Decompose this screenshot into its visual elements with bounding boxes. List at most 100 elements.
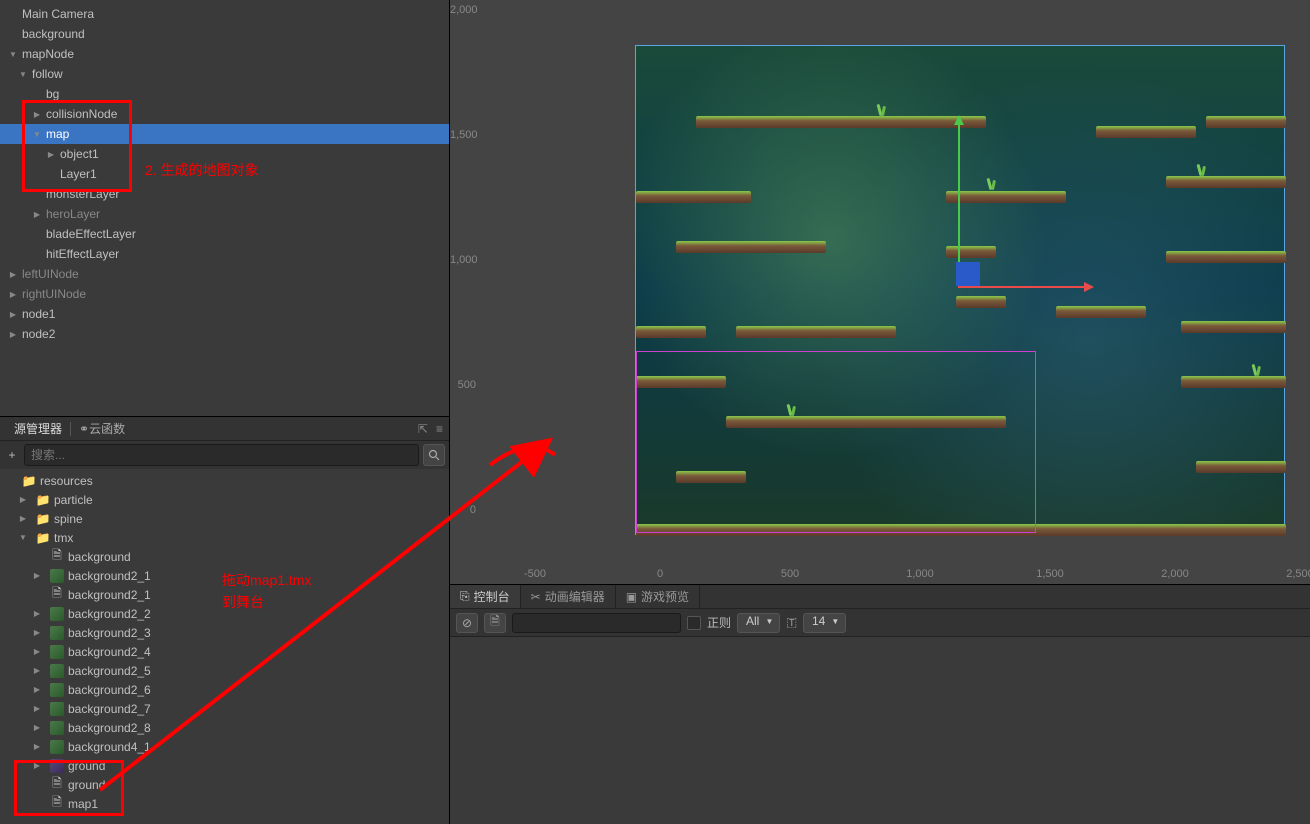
asset-label: background2_2 xyxy=(68,607,151,621)
hierarchy-node-rightuinode[interactable]: rightUINode xyxy=(0,284,449,304)
folder-icon: 📁 xyxy=(22,474,36,488)
console-icon: ⎘ xyxy=(460,589,470,604)
asset-item-background2_8[interactable]: background2_8 xyxy=(0,718,449,737)
asset-item-background2_3[interactable]: background2_3 xyxy=(0,623,449,642)
menu-icon[interactable]: ≡ xyxy=(436,422,443,436)
assets-tab-manager[interactable]: 源管理器 xyxy=(6,417,70,440)
tree-arrow-icon[interactable] xyxy=(18,495,28,505)
tree-arrow-icon[interactable] xyxy=(18,533,28,543)
asset-item-ground[interactable]: 🗎ground xyxy=(0,775,449,794)
hierarchy-node-leftuinode[interactable]: leftUINode xyxy=(0,264,449,284)
tab-animation[interactable]: ✂ 动画编辑器 xyxy=(521,585,616,608)
tree-arrow-icon[interactable] xyxy=(46,149,56,159)
hierarchy-node-object1[interactable]: object1 xyxy=(0,144,449,164)
clear-button[interactable]: ⊘ xyxy=(456,613,478,633)
asset-item-tmx[interactable]: 📁tmx xyxy=(0,528,449,547)
hierarchy-node-hiteffectlayer[interactable]: hitEffectLayer xyxy=(0,244,449,264)
asset-item-background[interactable]: 🗎background xyxy=(0,547,449,566)
asset-label: background2_8 xyxy=(68,721,151,735)
tab-preview[interactable]: ▣ 游戏预览 xyxy=(616,585,700,608)
asset-item-background2_2[interactable]: background2_2 xyxy=(0,604,449,623)
folder-icon: 📁 xyxy=(36,512,50,526)
tree-label: bladeEffectLayer xyxy=(46,227,136,241)
tree-arrow-icon[interactable] xyxy=(32,666,42,676)
game-scene[interactable] xyxy=(635,45,1285,535)
ruler-tick: 2,000 xyxy=(1161,568,1189,580)
hierarchy-node-main camera[interactable]: Main Camera xyxy=(0,4,449,24)
tree-arrow-icon[interactable] xyxy=(8,49,18,59)
assets-panel: 源管理器 ⚭ 云函数 ⇱ ≡ + 📁resources📁particle📁sp xyxy=(0,416,449,824)
tree-arrow-icon[interactable] xyxy=(18,514,28,524)
assets-tab-cloud[interactable]: ⚭ 云函数 xyxy=(71,417,133,440)
asset-item-resources[interactable]: 📁 resources xyxy=(0,471,449,490)
file-icon: 🗎 xyxy=(50,588,64,602)
asset-label: background xyxy=(68,550,131,564)
hierarchy-node-map[interactable]: map xyxy=(0,124,449,144)
regex-checkbox[interactable] xyxy=(687,616,701,630)
tree-arrow-icon[interactable] xyxy=(32,761,42,771)
asset-item-background2_7[interactable]: background2_7 xyxy=(0,699,449,718)
img-icon xyxy=(50,607,64,621)
tree-arrow-icon[interactable] xyxy=(32,647,42,657)
regex-label: 正则 xyxy=(707,614,731,631)
tree-arrow-icon[interactable] xyxy=(32,704,42,714)
tree-arrow-icon[interactable] xyxy=(32,628,42,638)
tree-label: bg xyxy=(46,87,59,101)
tree-arrow-icon[interactable] xyxy=(32,109,42,119)
assets-search-input[interactable] xyxy=(24,444,419,466)
tree-label: object1 xyxy=(60,147,99,161)
hierarchy-node-monsterlayer[interactable]: monsterLayer xyxy=(0,184,449,204)
asset-label: background2_5 xyxy=(68,664,151,678)
asset-item-background2_4[interactable]: background2_4 xyxy=(0,642,449,661)
tree-arrow-icon[interactable] xyxy=(32,742,42,752)
tree-arrow-icon[interactable] xyxy=(18,69,28,79)
tree-arrow-icon[interactable] xyxy=(8,269,18,279)
tree-arrow-icon[interactable] xyxy=(32,209,42,219)
folder-icon: 📁 xyxy=(36,531,50,545)
hierarchy-node-mapnode[interactable]: mapNode xyxy=(0,44,449,64)
tree-arrow-icon[interactable] xyxy=(32,571,42,581)
asset-label: ground xyxy=(68,778,105,792)
tree-arrow-icon[interactable] xyxy=(32,723,42,733)
tree-arrow-icon[interactable] xyxy=(32,129,42,139)
tree-arrow-icon[interactable] xyxy=(8,289,18,299)
asset-item-background2_5[interactable]: background2_5 xyxy=(0,661,449,680)
filter-select[interactable]: All xyxy=(737,613,780,633)
paste-button[interactable]: 🗎 xyxy=(484,613,506,633)
asset-item-background2_1[interactable]: 🗎background2_1 xyxy=(0,585,449,604)
asset-item-background2_1[interactable]: background2_1 xyxy=(0,566,449,585)
img2-icon xyxy=(50,759,64,773)
tree-label: background xyxy=(22,27,85,41)
hierarchy-node-node1[interactable]: node1 xyxy=(0,304,449,324)
tree-arrow-icon[interactable] xyxy=(8,309,18,319)
asset-item-map1[interactable]: 🗎map1 xyxy=(0,794,449,813)
fontsize-select[interactable]: 14 xyxy=(803,613,846,633)
asset-item-ground[interactable]: ground xyxy=(0,756,449,775)
asset-item-background2_6[interactable]: background2_6 xyxy=(0,680,449,699)
hierarchy-node-collisionnode[interactable]: collisionNode xyxy=(0,104,449,124)
hierarchy-node-layer1[interactable]: Layer1 xyxy=(0,164,449,184)
hierarchy-node-bg[interactable]: bg xyxy=(0,84,449,104)
asset-item-spine[interactable]: 📁spine xyxy=(0,509,449,528)
tree-label: leftUINode xyxy=(22,267,79,281)
ruler-tick: -500 xyxy=(524,568,546,580)
hierarchy-node-herolayer[interactable]: heroLayer xyxy=(0,204,449,224)
expand-icon[interactable]: ⇱ xyxy=(418,422,428,436)
console-filter-input[interactable] xyxy=(512,613,681,633)
hierarchy-node-follow[interactable]: follow xyxy=(0,64,449,84)
asset-label: resources xyxy=(40,474,93,488)
tree-arrow-icon[interactable] xyxy=(8,329,18,339)
asset-item-particle[interactable]: 📁particle xyxy=(0,490,449,509)
hierarchy-node-node2[interactable]: node2 xyxy=(0,324,449,344)
tree-label: node1 xyxy=(22,307,55,321)
scene-viewport[interactable]: 2,0001,5001,0005000 xyxy=(450,0,1310,584)
search-button[interactable] xyxy=(423,444,445,466)
asset-item-background4_1[interactable]: background4_1 xyxy=(0,737,449,756)
tree-arrow-icon[interactable] xyxy=(32,685,42,695)
hierarchy-node-background[interactable]: background xyxy=(0,24,449,44)
hierarchy-node-bladeeffectlayer[interactable]: bladeEffectLayer xyxy=(0,224,449,244)
tab-console[interactable]: ⎘ 控制台 xyxy=(450,585,521,608)
add-asset-button[interactable]: + xyxy=(4,447,20,463)
tree-arrow-icon[interactable] xyxy=(32,609,42,619)
asset-label: background2_4 xyxy=(68,645,151,659)
